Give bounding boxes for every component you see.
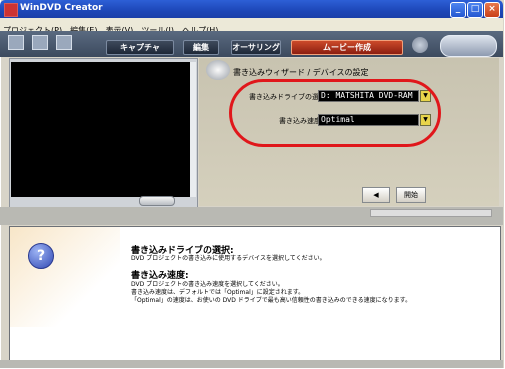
highlight-oval	[229, 79, 441, 147]
video-preview	[11, 62, 190, 197]
title-bar: WinDVD Creator _ □ ×	[0, 0, 503, 18]
window-title: WinDVD Creator	[20, 3, 103, 13]
help-decoration	[10, 227, 120, 327]
back-button[interactable]: ◀	[362, 187, 390, 203]
minimize-button[interactable]: _	[450, 2, 466, 18]
open-folder-icon[interactable]	[32, 35, 48, 50]
bottom-bar	[0, 360, 503, 368]
tab-movie-create[interactable]: ムービー作成	[291, 40, 403, 55]
app-icon	[4, 3, 18, 17]
new-file-icon[interactable]	[8, 35, 24, 50]
disc-icon	[206, 60, 230, 80]
close-button[interactable]: ×	[484, 2, 500, 18]
help-heading-speed: 書き込み速度:	[131, 271, 189, 281]
tab-edit[interactable]: 編集	[183, 40, 219, 55]
help-question-icon: ?	[28, 243, 54, 269]
preview-slider-button[interactable]	[139, 196, 175, 206]
maximize-button[interactable]: □	[467, 2, 483, 18]
tab-authoring[interactable]: オーサリング	[231, 40, 281, 55]
preview-scrollbar[interactable]	[190, 62, 196, 197]
toolbar: キャプチャ 編集 オーサリング ムービー作成	[0, 31, 503, 57]
wizard-title: 書き込みウィザード / デバイスの設定	[233, 68, 369, 77]
start-button[interactable]: 開始	[396, 187, 426, 203]
settings-gear-icon[interactable]	[412, 37, 428, 53]
help-text-speed-2: 書き込み速度は、デフォルトでは「Optimal」に設定されます。	[131, 289, 305, 296]
menu-bar: プロジェクト(P) 編集(E) 表示(V) ツール(I) ヘルプ(H)	[0, 18, 503, 35]
help-text-speed-3: 「Optimal」の速度は、お使いの DVD ドライブで最も高い信頼性の書き込み…	[131, 297, 412, 304]
progress-bar	[370, 209, 492, 217]
help-text-speed-1: DVD プロジェクトの書き込み速度を選択してください。	[131, 281, 284, 288]
side-toggle-button[interactable]	[440, 35, 497, 57]
save-icon[interactable]	[56, 35, 72, 50]
tab-capture[interactable]: キャプチャ	[106, 40, 174, 55]
help-text-drive: DVD プロジェクトの書き込みに使用するデバイスを選択してください。	[131, 255, 326, 262]
